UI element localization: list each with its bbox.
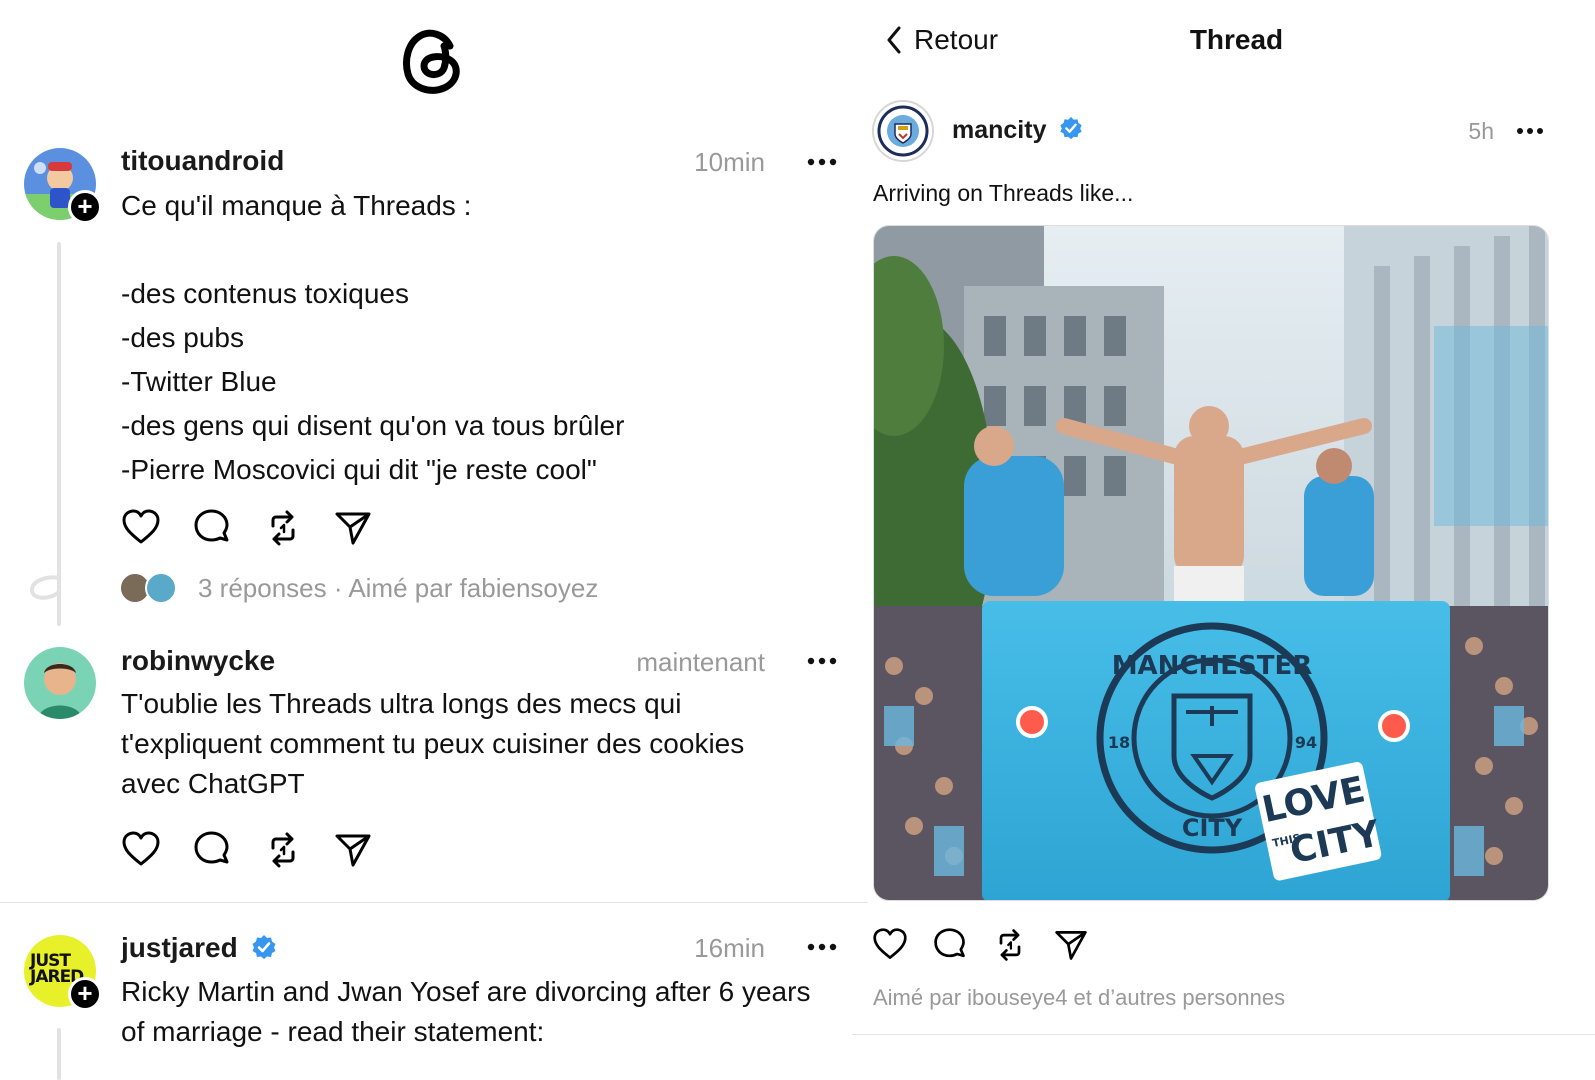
reply-avatars bbox=[119, 572, 181, 606]
username-text: mancity bbox=[952, 116, 1047, 144]
post-actions bbox=[121, 508, 401, 548]
crest-left-text: 18 bbox=[1108, 733, 1130, 752]
comment-icon[interactable] bbox=[192, 508, 232, 548]
crest-bottom-text: CITY bbox=[1182, 814, 1243, 842]
likes-summary[interactable]: Aimé par ibouseye4 et d’autres personnes bbox=[873, 985, 1285, 1011]
post-divider bbox=[852, 1034, 1595, 1035]
post-username[interactable]: robinwycke bbox=[121, 645, 275, 677]
back-label: Retour bbox=[914, 24, 999, 55]
more-icon[interactable] bbox=[806, 152, 838, 172]
heart-icon[interactable] bbox=[872, 927, 908, 963]
post-username[interactable]: justjared bbox=[121, 932, 277, 964]
thread-loop-icon bbox=[29, 575, 61, 600]
follow-plus-icon[interactable]: + bbox=[68, 977, 102, 1011]
chevron-left-icon bbox=[887, 26, 901, 54]
heart-icon[interactable] bbox=[121, 830, 161, 870]
repost-icon[interactable] bbox=[263, 508, 303, 548]
comment-icon[interactable] bbox=[192, 830, 232, 870]
thread-connector bbox=[57, 1028, 61, 1080]
post-timestamp: 5h bbox=[1468, 118, 1494, 144]
avatar[interactable] bbox=[872, 100, 934, 162]
post-timestamp: maintenant bbox=[636, 647, 765, 677]
post-timestamp: 16min bbox=[694, 933, 765, 963]
post-username[interactable]: mancity bbox=[952, 116, 1083, 145]
crest-top-text: MANCHESTER bbox=[1112, 651, 1313, 681]
share-icon[interactable] bbox=[1053, 927, 1089, 963]
post-actions bbox=[121, 830, 401, 870]
avatar[interactable] bbox=[24, 647, 96, 719]
back-button[interactable]: Retour bbox=[886, 20, 998, 60]
verified-icon bbox=[1060, 117, 1083, 140]
post-image[interactable]: MANCHESTER 18 94 CITY LOVE THIS CITY bbox=[873, 225, 1549, 901]
post-text: T'oublie les Threads ultra longs des mec… bbox=[121, 688, 745, 799]
more-icon[interactable] bbox=[806, 651, 838, 671]
post-actions bbox=[872, 927, 1112, 963]
comment-icon[interactable] bbox=[932, 927, 968, 963]
verified-icon bbox=[252, 934, 276, 959]
thread-connector bbox=[57, 242, 61, 626]
share-icon[interactable] bbox=[333, 508, 373, 548]
replies-summary[interactable]: 3 réponses · Aimé par fabiensoyez bbox=[198, 573, 598, 604]
post-caption: Arriving on Threads like... bbox=[873, 180, 1134, 206]
share-icon[interactable] bbox=[333, 830, 373, 870]
username-text: justjared bbox=[121, 932, 238, 963]
crest-right-text: 94 bbox=[1295, 733, 1317, 752]
repost-icon[interactable] bbox=[263, 830, 303, 870]
repost-icon[interactable] bbox=[992, 927, 1028, 963]
feed-panel: + titouandroid 10min Ce qu'il manque à T… bbox=[0, 0, 868, 1080]
follow-plus-icon[interactable]: + bbox=[68, 190, 102, 224]
post-timestamp: 10min bbox=[694, 147, 765, 177]
post-text: Ricky Martin and Jwan Yosef are divorcin… bbox=[121, 976, 811, 1047]
post-divider bbox=[0, 902, 868, 903]
heart-icon[interactable] bbox=[121, 508, 161, 548]
thread-detail-panel: Thread Retour mancity 5h Arriving on Thr… bbox=[852, 0, 1595, 1080]
post-text: Ce qu'il manque à Threads : -des contenu… bbox=[121, 190, 625, 485]
threads-logo-icon[interactable] bbox=[400, 26, 466, 96]
more-icon[interactable] bbox=[806, 937, 838, 957]
more-icon[interactable] bbox=[1516, 122, 1544, 140]
post-username[interactable]: titouandroid bbox=[121, 145, 284, 177]
